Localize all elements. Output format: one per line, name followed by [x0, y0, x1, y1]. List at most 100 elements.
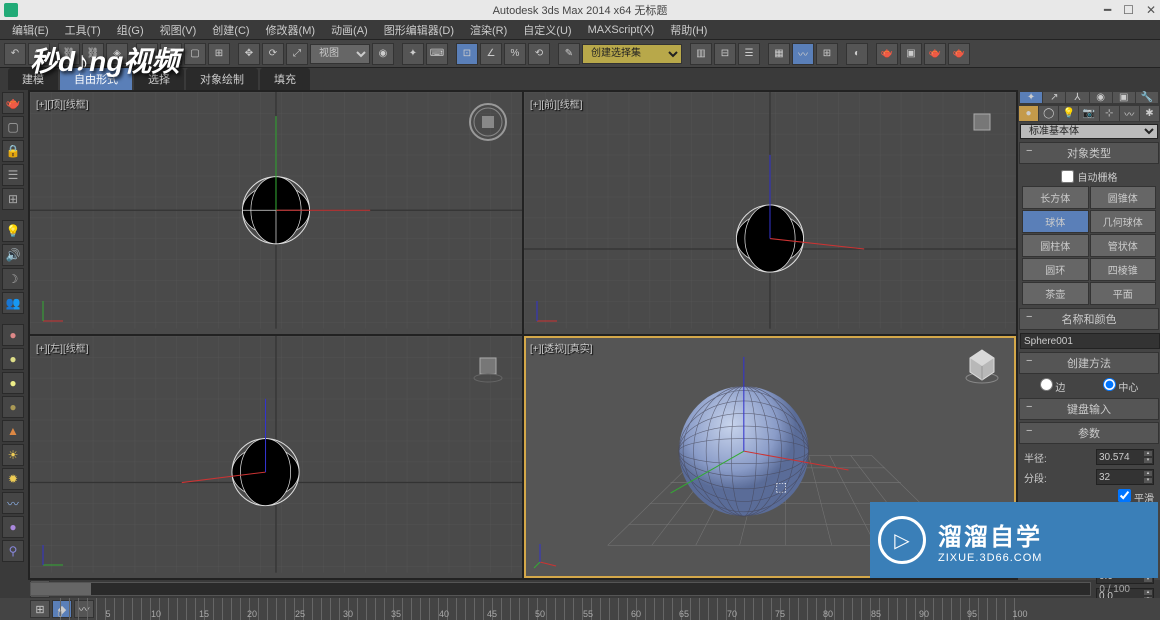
- bind-button[interactable]: ◈: [106, 43, 128, 65]
- viewport-front[interactable]: [+][前][线框]: [524, 92, 1016, 334]
- render-setup-button[interactable]: 🫖: [876, 43, 898, 65]
- box-icon[interactable]: ▢: [2, 116, 24, 138]
- keyboard-button[interactable]: ⌨: [426, 43, 448, 65]
- viewcube-top[interactable]: [468, 102, 508, 142]
- spinner-snap-button[interactable]: ⟲: [528, 43, 550, 65]
- teapot-button[interactable]: 茶壶: [1022, 282, 1089, 305]
- shapes-icon[interactable]: ◯: [1039, 106, 1058, 121]
- menu-modifier[interactable]: 修改器(M): [258, 20, 324, 40]
- cameras-icon[interactable]: 📷: [1079, 106, 1098, 121]
- teapot-icon[interactable]: 🫖: [2, 92, 24, 114]
- arrow-up-icon[interactable]: ▲: [2, 420, 24, 442]
- percent-snap-button[interactable]: %: [504, 43, 526, 65]
- tab-fill[interactable]: 填充: [260, 68, 310, 90]
- time-slider[interactable]: [30, 582, 1091, 596]
- grid-icon[interactable]: ⊞: [2, 188, 24, 210]
- rendered-frame-button[interactable]: ▣: [900, 43, 922, 65]
- window-crossing-button[interactable]: ⊞: [208, 43, 230, 65]
- menu-grapheditor[interactable]: 图形编辑器(D): [376, 20, 462, 40]
- geosphere-button[interactable]: 几何球体: [1090, 210, 1157, 233]
- select-rect-button[interactable]: ▢: [184, 43, 206, 65]
- link-button[interactable]: ⛓: [58, 43, 80, 65]
- sun2-icon[interactable]: ✹: [2, 468, 24, 490]
- tab-objpaint[interactable]: 对象绘制: [186, 68, 258, 90]
- cylinder-button[interactable]: 圆柱体: [1022, 234, 1089, 257]
- menu-view[interactable]: 视图(V): [152, 20, 205, 40]
- align-button[interactable]: ⊟: [714, 43, 736, 65]
- sphere2-icon[interactable]: ●: [2, 348, 24, 370]
- undo-button[interactable]: ↶: [4, 43, 26, 65]
- snap-button[interactable]: ⊡: [456, 43, 478, 65]
- menu-group[interactable]: 组(G): [109, 20, 152, 40]
- person-icon[interactable]: ⚲: [2, 540, 24, 562]
- lights-icon[interactable]: 💡: [1059, 106, 1078, 121]
- maximize-button[interactable]: ☐: [1123, 3, 1134, 17]
- sphere5-icon[interactable]: ●: [2, 516, 24, 538]
- rollout-method[interactable]: 创建方法: [1019, 352, 1159, 374]
- lock-icon[interactable]: 🔒: [2, 140, 24, 162]
- waves-icon[interactable]: 〰: [2, 492, 24, 514]
- menu-render[interactable]: 渲染(R): [462, 20, 515, 40]
- motion-tab-icon[interactable]: ◉: [1090, 92, 1112, 103]
- pivot-button[interactable]: ◉: [372, 43, 394, 65]
- menu-maxscript[interactable]: MAXScript(X): [580, 22, 663, 38]
- torus-button[interactable]: 圆环: [1022, 258, 1089, 281]
- tab-modeling[interactable]: 建模: [8, 68, 58, 90]
- geometry-icon[interactable]: ●: [1019, 106, 1038, 121]
- ref-coord-dropdown[interactable]: 视图: [310, 44, 370, 64]
- sound-icon[interactable]: 🔊: [2, 244, 24, 266]
- layers-button[interactable]: ☰: [738, 43, 760, 65]
- close-button[interactable]: ✕: [1146, 3, 1156, 17]
- move-button[interactable]: ✥: [238, 43, 260, 65]
- render-iterative-button[interactable]: 🫖: [948, 43, 970, 65]
- menu-help[interactable]: 帮助(H): [662, 20, 715, 40]
- cone-button[interactable]: 圆锥体: [1090, 186, 1157, 209]
- selection-set-dropdown[interactable]: 创建选择集: [582, 44, 682, 64]
- object-name-input[interactable]: [1020, 333, 1160, 349]
- helpers-icon[interactable]: ⊹: [1100, 106, 1119, 121]
- rollout-objtype[interactable]: 对象类型: [1019, 142, 1159, 164]
- schematic-view-button[interactable]: ⊞: [816, 43, 838, 65]
- rollout-keyboard[interactable]: 键盘输入: [1019, 398, 1159, 420]
- primitive-category-dropdown[interactable]: 标准基本体: [1020, 124, 1158, 139]
- redo-button[interactable]: ↷: [28, 43, 50, 65]
- unlink-button[interactable]: ⛓: [82, 43, 104, 65]
- viewport-left[interactable]: [+][左][线框]: [30, 336, 522, 578]
- track-button[interactable]: ⊞: [30, 600, 50, 618]
- radius-spinner[interactable]: ▴▾: [1096, 449, 1154, 465]
- create-tab-icon[interactable]: ✦: [1020, 92, 1042, 103]
- people-icon[interactable]: 👥: [2, 292, 24, 314]
- sphere-button[interactable]: 球体: [1022, 210, 1089, 233]
- tube-button[interactable]: 管状体: [1090, 234, 1157, 257]
- select-name-button[interactable]: ☰: [160, 43, 182, 65]
- render-production-button[interactable]: 🫖: [924, 43, 946, 65]
- viewport-top-label[interactable]: [+][顶][线框]: [36, 96, 89, 111]
- material-editor-button[interactable]: ◐: [846, 43, 868, 65]
- menu-create[interactable]: 创建(C): [204, 20, 257, 40]
- scale-button[interactable]: ⤢: [286, 43, 308, 65]
- viewcube-left[interactable]: [468, 346, 508, 386]
- mirror-button[interactable]: ▥: [690, 43, 712, 65]
- box-button[interactable]: 长方体: [1022, 186, 1089, 209]
- list-icon[interactable]: ☰: [2, 164, 24, 186]
- menu-animation[interactable]: 动画(A): [323, 20, 376, 40]
- graphite-button[interactable]: ▦: [768, 43, 790, 65]
- viewport-front-label[interactable]: [+][前][线框]: [530, 96, 583, 111]
- autogrid-checkbox[interactable]: [1061, 170, 1074, 183]
- rollout-namecolor[interactable]: 名称和颜色: [1019, 308, 1159, 330]
- pyramid-button[interactable]: 四棱锥: [1090, 258, 1157, 281]
- manipulate-button[interactable]: ✦: [402, 43, 424, 65]
- select-button[interactable]: ▭: [136, 43, 158, 65]
- menu-edit[interactable]: 编辑(E): [4, 20, 57, 40]
- radio-edge[interactable]: 边: [1040, 378, 1066, 394]
- hierarchy-tab-icon[interactable]: ⅄: [1066, 92, 1088, 103]
- sphere3-icon[interactable]: ●: [2, 372, 24, 394]
- systems-icon[interactable]: ✱: [1140, 106, 1159, 121]
- viewcube-persp[interactable]: [962, 346, 1002, 386]
- viewcube-front[interactable]: [962, 102, 1002, 142]
- menu-tools[interactable]: 工具(T): [57, 20, 109, 40]
- timeline-ruler[interactable]: ⊞ ◆ 〰 0510152025303540455055606570758085…: [0, 598, 1160, 620]
- curve-editor-button[interactable]: 〰: [792, 43, 814, 65]
- tab-freeform[interactable]: 自由形式: [60, 68, 132, 90]
- spacewarps-icon[interactable]: 〰: [1120, 106, 1139, 121]
